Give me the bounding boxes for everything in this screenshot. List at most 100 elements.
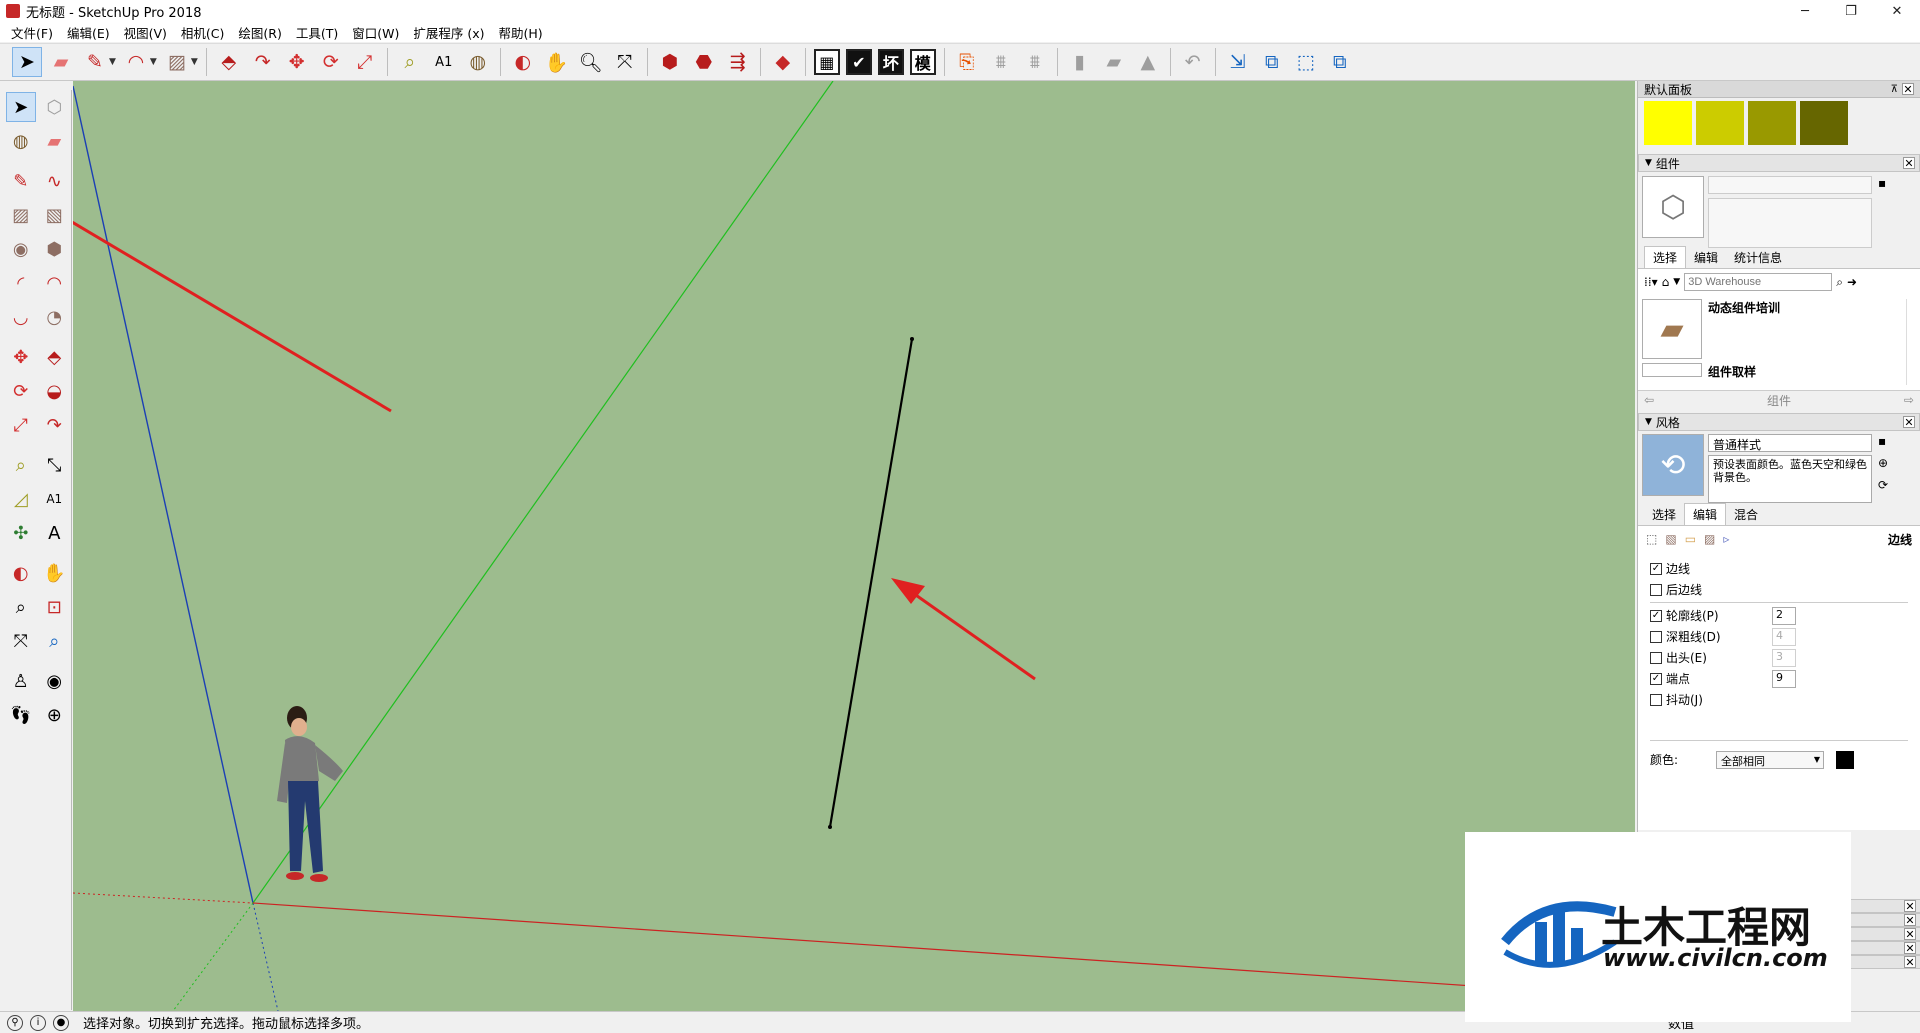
edge-settings-icon[interactable]: ⬚ xyxy=(1646,532,1657,546)
collapse-icon[interactable]: ▼ xyxy=(1645,158,1652,168)
tape-measure-tool-icon[interactable]: ⌕ xyxy=(395,47,425,77)
scale-icon[interactable]: ⤢ xyxy=(6,410,36,440)
offset-icon[interactable]: ↷ xyxy=(40,410,70,440)
depth-cue-option[interactable]: 深粗线(D) 4 xyxy=(1638,626,1920,647)
section-plane-icon[interactable]: ⇲ xyxy=(1223,47,1253,77)
view-options-icon[interactable]: ⁞⁞▾ xyxy=(1644,275,1658,289)
follow-me-icon[interactable]: ◒ xyxy=(40,376,70,406)
color-swatch[interactable] xyxy=(1800,101,1848,145)
previous-view-icon[interactable]: ⌕ xyxy=(40,626,70,656)
arc-3point-icon[interactable]: ◡ xyxy=(6,302,36,332)
style-description-field[interactable]: 预设表面颜色。蓝色天空和绿色背景色。 xyxy=(1708,455,1872,503)
pan-icon[interactable]: ✋ xyxy=(40,558,70,588)
forward-arrow-icon[interactable]: ⇨ xyxy=(1904,393,1914,407)
list-item[interactable]: ▰ 动态组件培训 xyxy=(1642,299,1916,359)
checkbox-checked-icon[interactable]: ✓ xyxy=(1650,609,1662,622)
face-settings-icon[interactable]: ▧ xyxy=(1665,532,1676,546)
tab-mix[interactable]: 混合 xyxy=(1726,504,1766,525)
eraser-tool-icon[interactable]: ▰ xyxy=(46,47,76,77)
push-pull-tool-icon[interactable]: ⬘ xyxy=(214,47,244,77)
arc-dropdown-icon[interactable]: ▼ xyxy=(150,57,157,67)
arc-tool-icon[interactable]: ◠ xyxy=(121,47,151,77)
components-panel-header[interactable]: ▼ 组件 ✕ xyxy=(1638,154,1920,172)
depth-cue-input[interactable]: 4 xyxy=(1772,627,1796,646)
list-scrollbar[interactable] xyxy=(1906,299,1918,385)
position-camera-icon[interactable]: ♙ xyxy=(6,666,36,696)
scale-tool-icon[interactable]: ⤢ xyxy=(350,47,380,77)
close-tray-icon[interactable]: ✕ xyxy=(1902,83,1914,96)
checkbox-icon[interactable] xyxy=(1650,583,1662,596)
rotated-rectangle-icon[interactable]: ▧ xyxy=(40,200,70,230)
geo-location-icon[interactable]: ⚲ xyxy=(7,1014,23,1031)
pan-tool-icon[interactable]: ✋ xyxy=(542,47,572,77)
profiles-width-input[interactable]: 2 xyxy=(1772,606,1796,625)
close-button[interactable]: ✕ xyxy=(1874,0,1920,22)
refresh-style-icon[interactable]: ⟳ xyxy=(1878,478,1888,492)
close-icon[interactable]: ✕ xyxy=(1904,942,1916,955)
rotate-tool-icon[interactable]: ⟳ xyxy=(316,47,346,77)
layout-icon[interactable]: ⎘ xyxy=(952,47,982,77)
zoom-extents-icon[interactable]: ⤧ xyxy=(6,626,36,656)
zoom-window-icon[interactable]: ⊡ xyxy=(40,592,70,622)
component-detail-icon[interactable]: ▪ xyxy=(1878,176,1886,244)
user-icon[interactable]: ● xyxy=(53,1014,69,1031)
zoom-icon[interactable]: ⌕ xyxy=(6,592,36,622)
look-around-icon[interactable]: ◉ xyxy=(40,666,70,696)
menu-view[interactable]: 视图(V) xyxy=(117,23,174,42)
menu-file[interactable]: 文件(F) xyxy=(4,23,60,42)
checkbox-icon[interactable] xyxy=(1650,630,1662,643)
extension-input[interactable]: 3 xyxy=(1772,648,1796,667)
pin-icon[interactable]: ⊼ xyxy=(1891,84,1898,95)
jitter-option[interactable]: 抖动(J) xyxy=(1638,689,1920,710)
follow-me-tool-icon[interactable]: ↷ xyxy=(248,47,278,77)
checkbox-icon[interactable] xyxy=(1650,651,1662,664)
solid-eraser-icon[interactable]: ▰ xyxy=(1099,47,1129,77)
move-icon[interactable]: ✥ xyxy=(6,342,36,372)
collapse-icon[interactable]: ▼ xyxy=(1645,417,1652,427)
update-style-icon[interactable]: ⊕ xyxy=(1878,456,1888,470)
navigate-forward-icon[interactable]: ➜ xyxy=(1847,275,1857,289)
line-endpoint[interactable] xyxy=(828,825,832,829)
rectangle-tool-icon[interactable]: ▨ xyxy=(162,47,192,77)
rotate-icon[interactable]: ⟳ xyxy=(6,376,36,406)
arc-2point-icon[interactable]: ◠ xyxy=(40,268,70,298)
edges-option[interactable]: ✓ 边线 xyxy=(1638,558,1920,579)
watermark-settings-icon[interactable]: ▨ xyxy=(1704,532,1715,546)
tab-statistics[interactable]: 统计信息 xyxy=(1726,247,1790,268)
menu-window[interactable]: 窗口(W) xyxy=(345,23,406,42)
section-plane-icon[interactable]: ⊕ xyxy=(40,700,70,730)
close-icon[interactable]: ✕ xyxy=(1904,914,1916,927)
maximize-button[interactable]: ❐ xyxy=(1828,0,1874,22)
modeling-settings-icon[interactable]: ▹ xyxy=(1723,532,1729,546)
make-component-icon[interactable]: ⬡ xyxy=(40,92,69,122)
color-mode-select[interactable]: 全部相同 ▼ xyxy=(1716,750,1824,769)
warehouse-search-input[interactable] xyxy=(1684,273,1833,291)
undo-icon[interactable]: ↶ xyxy=(1178,47,1208,77)
checkbox-icon[interactable] xyxy=(1650,693,1662,706)
endpoints-input[interactable]: 9 xyxy=(1772,669,1796,688)
drawing-viewport[interactable] xyxy=(73,81,1635,1011)
move-tool-icon[interactable]: ✥ xyxy=(282,47,312,77)
zoom-extents-tool-icon[interactable]: ⤧ xyxy=(610,47,640,77)
tab-edit[interactable]: 编辑 xyxy=(1684,503,1727,525)
close-icon[interactable]: ✕ xyxy=(1904,900,1916,913)
table-plugin-icon[interactable]: ▦ xyxy=(813,49,840,75)
pie-icon[interactable]: ◔ xyxy=(40,302,70,332)
freehand-tool-icon[interactable]: ∿ xyxy=(40,166,70,196)
styles-panel-header[interactable]: ▼ 风格 ✕ xyxy=(1638,413,1920,431)
tab-select[interactable]: 选择 xyxy=(1644,246,1687,268)
close-icon[interactable]: ✕ xyxy=(1904,956,1916,969)
home-icon[interactable]: ⌂ xyxy=(1662,275,1670,289)
line-tool-icon[interactable]: ✎ xyxy=(6,166,36,196)
warehouse-icon[interactable]: ⬢ xyxy=(655,47,685,77)
push-pull-icon[interactable]: ⬘ xyxy=(40,342,70,372)
section-cut-icon[interactable]: ⬚ xyxy=(1291,47,1321,77)
menu-tools[interactable]: 工具(T) xyxy=(289,23,345,42)
search-icon[interactable]: ⌕ xyxy=(1836,275,1843,290)
orbit-tool-icon[interactable]: ◐ xyxy=(508,47,538,77)
menu-draw[interactable]: 绘图(R) xyxy=(231,23,288,42)
walk-icon[interactable]: 👣︎ xyxy=(6,700,36,730)
color-swatch[interactable] xyxy=(1644,101,1692,145)
solid-trim-icon[interactable]: ▲ xyxy=(1133,47,1163,77)
component-name-field[interactable] xyxy=(1708,176,1872,194)
